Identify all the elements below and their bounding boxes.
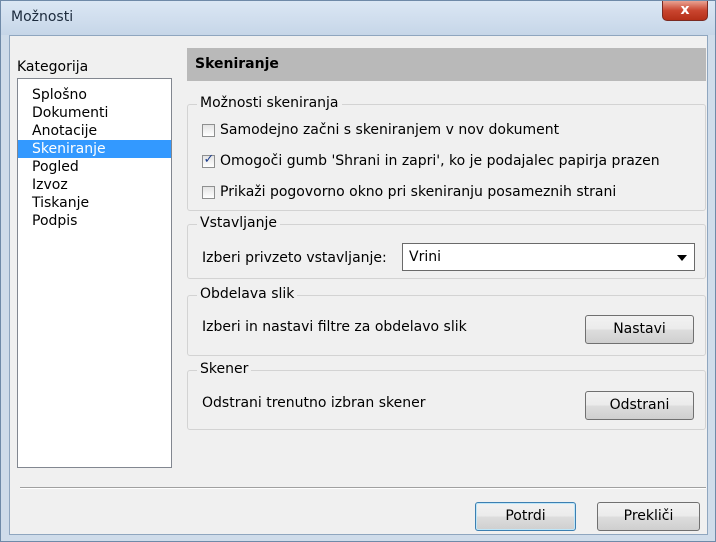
autostart-checkbox[interactable] [202, 124, 215, 137]
section-header: Skeniranje [187, 48, 706, 81]
image-processing-group: Obdelava slik Izberi in nastavi filtre z… [187, 286, 706, 356]
title-bar[interactable]: Možnosti x [1, 1, 715, 35]
section-title: Skeniranje [195, 56, 279, 72]
remove-scanner-button[interactable]: Odstrani [585, 391, 694, 420]
scan-options-group: Možnosti skeniranja Samodejno začni s sk… [187, 95, 706, 211]
category-item-anotacije[interactable]: Anotacije [18, 122, 171, 140]
category-item-skeniranje[interactable]: Skeniranje [18, 140, 171, 158]
autostart-label: Samodejno začni s skeniranjem v nov doku… [220, 122, 560, 138]
category-item-dokumenti[interactable]: Dokumenti [18, 104, 171, 122]
insert-title: Vstavljanje [197, 215, 280, 231]
scanner-group: Skener Odstrani trenutno izbran skener O… [187, 361, 706, 430]
category-item-tiskanje[interactable]: Tiskanje [18, 194, 171, 212]
scan-options-title: Možnosti skeniranja [197, 95, 342, 111]
ok-button[interactable]: Potrdi [475, 502, 576, 531]
category-item-podpis[interactable]: Podpis [18, 212, 171, 230]
image-processing-title: Obdelava slik [197, 286, 298, 302]
show-dialog-label: Prikaži pogovorno okno pri skeniranju po… [220, 184, 617, 200]
category-item-splosno[interactable]: Splošno [18, 86, 171, 104]
show-dialog-checkbox[interactable] [202, 186, 215, 199]
insert-group: Vstavljanje Izberi privzeto vstavljanje:… [187, 215, 706, 279]
category-item-izvoz[interactable]: Izvoz [18, 176, 171, 194]
save-close-checkbox[interactable]: ✓ [202, 152, 215, 168]
scanner-title: Skener [197, 361, 252, 377]
category-list[interactable]: Splošno Dokumenti Anotacije Skeniranje P… [17, 78, 172, 468]
save-close-label: Omogoči gumb 'Shrani in zapri', ko je po… [220, 153, 660, 169]
image-processing-label: Izberi in nastavi filtre za obdelavo sli… [202, 319, 467, 335]
insert-label: Izberi privzeto vstavljanje: [202, 250, 387, 266]
insert-select[interactable]: Vrini [402, 243, 695, 271]
scanner-label: Odstrani trenutno izbran skener [202, 395, 426, 411]
window-title: Možnosti [11, 9, 74, 25]
close-button[interactable]: x [662, 1, 708, 21]
footer-separator [20, 487, 706, 489]
configure-button[interactable]: Nastavi [585, 315, 694, 344]
cancel-button[interactable]: Prekliči [597, 502, 700, 531]
close-icon: x [680, 2, 690, 18]
insert-selected-value: Vrini [409, 249, 441, 265]
dropdown-arrow-icon [677, 255, 687, 261]
checkmark-icon: ✓ [203, 152, 215, 167]
category-item-pogled[interactable]: Pogled [18, 158, 171, 176]
category-label: Kategorija [17, 59, 89, 75]
